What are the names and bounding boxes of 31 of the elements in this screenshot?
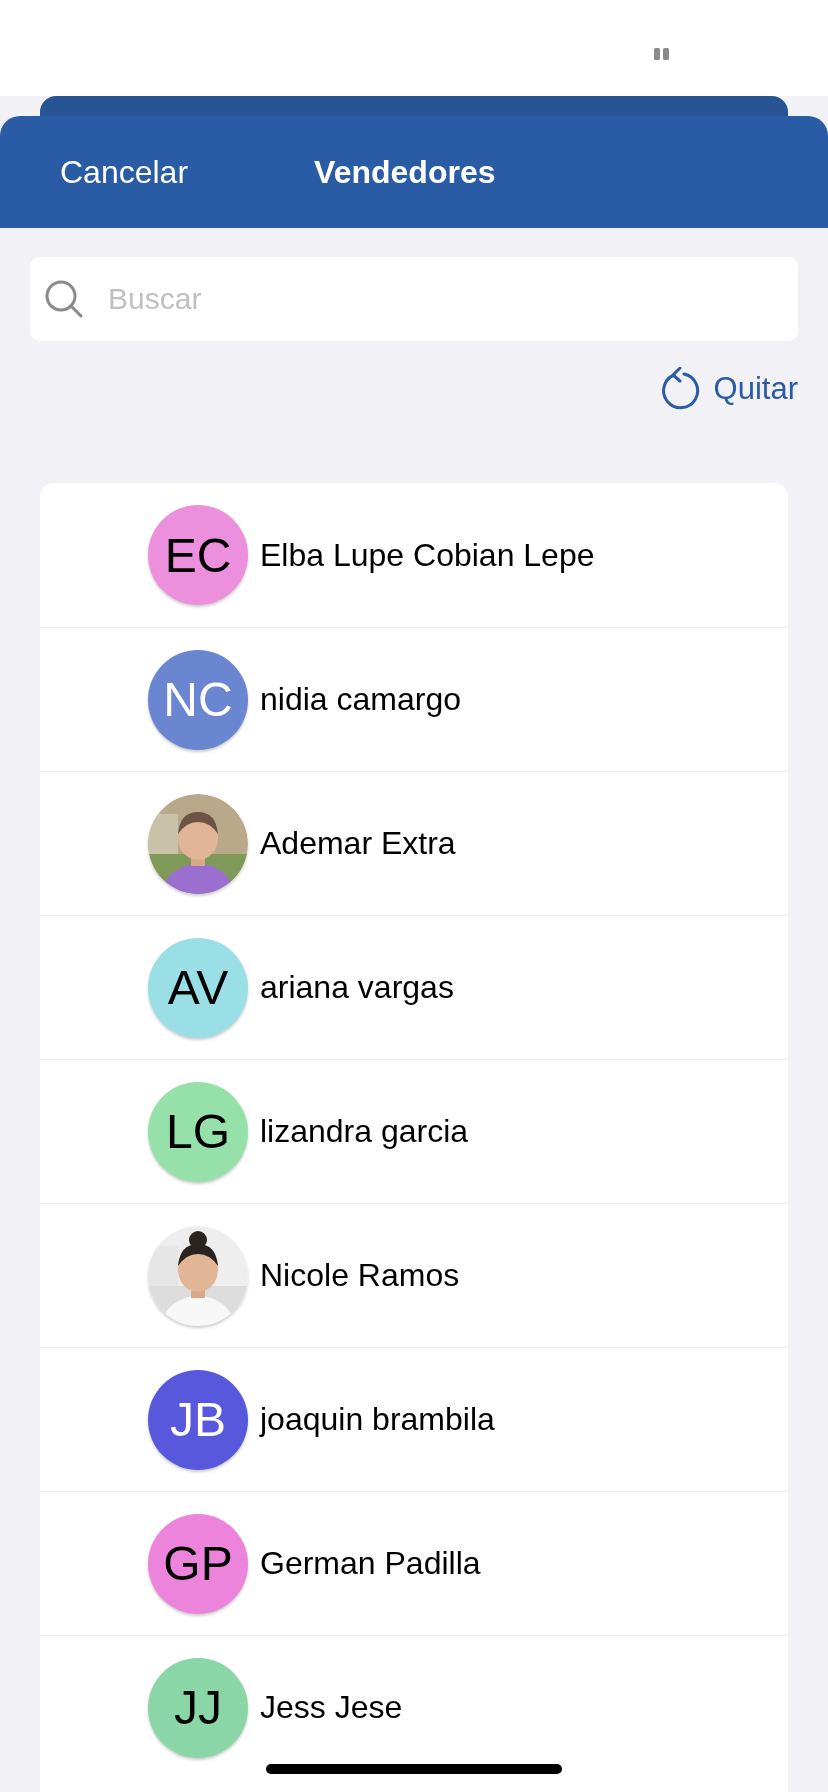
seller-row[interactable]: LG lizandra garcia bbox=[40, 1059, 788, 1203]
seller-name: Nicole Ramos bbox=[260, 1257, 460, 1294]
avatar: LG bbox=[148, 1081, 248, 1182]
screen-title: Vendedores bbox=[314, 153, 496, 191]
avatar: GP bbox=[148, 1513, 248, 1614]
reset-icon bbox=[659, 367, 700, 411]
seller-name: Jess Jese bbox=[260, 1689, 403, 1726]
search-icon bbox=[44, 279, 84, 319]
avatar: NC bbox=[148, 649, 248, 750]
clear-button[interactable]: Quitar bbox=[659, 367, 798, 411]
seller-name: nidia camargo bbox=[260, 681, 461, 718]
avatar: AV bbox=[148, 937, 248, 1038]
seller-name: joaquin brambila bbox=[260, 1401, 495, 1438]
seller-name: Elba Lupe Cobian Lepe bbox=[260, 536, 595, 574]
seller-row[interactable]: Nicole Ramos bbox=[40, 1203, 788, 1347]
avatar: JJ bbox=[148, 1657, 248, 1758]
seller-name: ariana vargas bbox=[260, 969, 454, 1006]
seller-row[interactable]: Ademar Extra bbox=[40, 771, 788, 915]
search-field[interactable]: Buscar bbox=[30, 257, 798, 341]
seller-row[interactable]: AV ariana vargas bbox=[40, 915, 788, 1059]
avatar: JB bbox=[148, 1369, 248, 1470]
status-indicator-icon bbox=[654, 48, 670, 60]
avatar: EC bbox=[148, 505, 248, 605]
seller-row[interactable]: JB joaquin brambila bbox=[40, 1347, 788, 1491]
seller-row[interactable]: GP German Padilla bbox=[40, 1491, 788, 1635]
seller-row[interactable]: NC nidia camargo bbox=[40, 627, 788, 771]
cancel-button[interactable]: Cancelar bbox=[60, 153, 189, 191]
seller-name: German Padilla bbox=[260, 1545, 481, 1582]
seller-name: lizandra garcia bbox=[260, 1113, 469, 1150]
seller-row[interactable]: EC Elba Lupe Cobian Lepe bbox=[40, 483, 788, 627]
seller-name: Ademar Extra bbox=[260, 825, 456, 862]
